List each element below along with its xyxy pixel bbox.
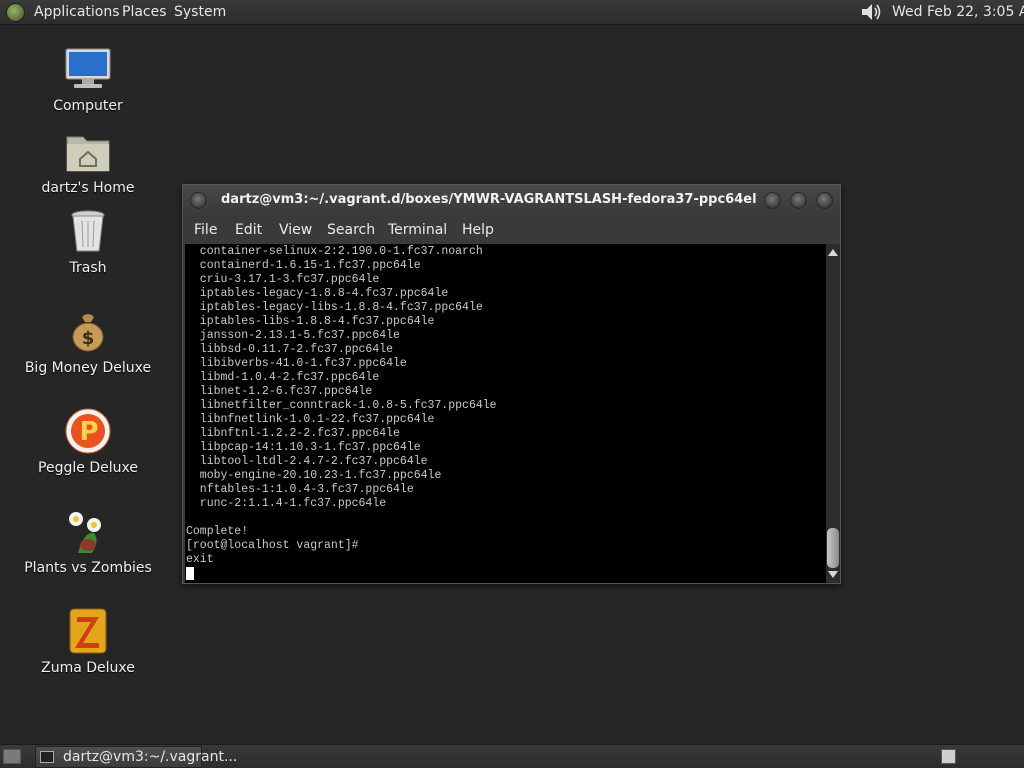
menu-help[interactable]: Help	[462, 222, 494, 238]
desktop-icon-label: Big Money Deluxe	[24, 360, 152, 376]
terminal-icon	[40, 751, 54, 763]
trash-icon	[71, 210, 105, 252]
speaker-icon[interactable]	[860, 2, 884, 22]
svg-text:P: P	[79, 417, 98, 447]
terminal-line: runc-2:1.1.4-1.fc37.ppc64le	[186, 497, 387, 510]
terminal-line: iptables-legacy-1.8.8-4.fc37.ppc64le	[186, 287, 449, 300]
terminal-line: criu-3.17.1-3.fc37.ppc64le	[186, 273, 380, 286]
desktop-icon-label: Peggle Deluxe	[38, 460, 138, 476]
zuma-icon	[69, 608, 107, 654]
minimize-button[interactable]	[764, 192, 781, 209]
terminal-line: jansson-2.13.1-5.fc37.ppc64le	[186, 329, 400, 342]
terminal-cursor	[186, 567, 194, 580]
terminal-line: iptables-libs-1.8.8-4.fc37.ppc64le	[186, 315, 435, 328]
system-menu[interactable]: System	[174, 4, 226, 20]
terminal-scrollbar[interactable]	[826, 244, 840, 583]
terminal-line: libnetfilter_conntrack-1.0.8-5.fc37.ppc6…	[186, 399, 497, 412]
distro-logo-icon[interactable]	[6, 3, 25, 22]
taskbar-item-label: dartz@vm3:~/.vagrant...	[63, 749, 238, 765]
window-menu-button[interactable]	[190, 192, 207, 209]
terminal-line: Complete!	[186, 525, 249, 538]
plants-icon	[69, 512, 101, 553]
places-menu[interactable]: Places	[122, 4, 167, 20]
terminal-line: libnet-1.2-6.fc37.ppc64le	[186, 385, 373, 398]
terminal-line: moby-engine-20.10.23-1.fc37.ppc64le	[186, 469, 442, 482]
desktop-icon-peggle[interactable]: P Peggle Deluxe	[18, 407, 158, 476]
terminal-line: libnfnetlink-1.0.1-22.fc37.ppc64le	[186, 413, 435, 426]
show-desktop-icon[interactable]	[3, 749, 21, 764]
bottom-panel: dartz@vm3:~/.vagrant...	[0, 744, 1024, 768]
desktop-icon-zuma[interactable]: Zuma Deluxe	[18, 607, 158, 676]
terminal-line: exit	[186, 553, 214, 566]
applications-menu[interactable]: Applications	[34, 4, 120, 20]
desktop-icon-trash[interactable]: Trash	[18, 207, 158, 276]
desktop-icon-plants-vs-zombies[interactable]: Plants vs Zombies	[18, 507, 158, 576]
terminal-line: iptables-legacy-libs-1.8.8-4.fc37.ppc64l…	[186, 301, 483, 314]
terminal-window[interactable]: dartz@vm3:~/.vagrant.d/boxes/YMWR-VAGRAN…	[182, 184, 841, 584]
scroll-up-icon[interactable]	[828, 249, 838, 256]
terminal-line: containerd-1.6.15-1.fc37.ppc64le	[186, 259, 421, 272]
desktop-icon-home[interactable]: dartz's Home	[18, 127, 158, 196]
desktop-icon-computer[interactable]: Computer	[18, 45, 158, 114]
desktop-icon-label: Trash	[69, 260, 107, 276]
menu-edit[interactable]: Edit	[235, 222, 262, 238]
computer-icon	[65, 48, 111, 88]
terminal-line: libibverbs-41.0-1.fc37.ppc64le	[186, 357, 407, 370]
clock[interactable]: Wed Feb 22, 3:05 AM	[892, 4, 1024, 20]
terminal-line: libnftnl-1.2.2-2.fc37.ppc64le	[186, 427, 400, 440]
terminal-menubar: File Edit View Search Terminal Help	[183, 217, 840, 244]
terminal-line: libbsd-0.11.7-2.fc37.ppc64le	[186, 343, 394, 356]
window-title: dartz@vm3:~/.vagrant.d/boxes/YMWR-VAGRAN…	[221, 192, 756, 207]
svg-text:$: $	[82, 328, 95, 349]
terminal-line: libpcap-14:1.10.3-1.fc37.ppc64le	[186, 441, 421, 454]
peggle-icon: P	[65, 408, 111, 454]
terminal-line: container-selinux-2:2.190.0-1.fc37.noarc…	[186, 245, 483, 258]
terminal-line: libmd-1.0.4-2.fc37.ppc64le	[186, 371, 380, 384]
desktop-icon-label: Computer	[53, 98, 123, 114]
desktop-icon-label: dartz's Home	[41, 180, 135, 196]
terminal-line: [root@localhost vagrant]#	[186, 539, 359, 552]
terminal-line: libtool-ltdl-2.4.7-2.fc37.ppc64le	[186, 455, 428, 468]
desktop-icon-label: Zuma Deluxe	[41, 660, 135, 676]
terminal-output[interactable]: container-selinux-2:2.190.0-1.fc37.noarc…	[185, 244, 826, 583]
taskbar-item-terminal[interactable]: dartz@vm3:~/.vagrant...	[35, 746, 237, 768]
menu-terminal[interactable]: Terminal	[388, 222, 447, 238]
scrollbar-thumb[interactable]	[827, 528, 839, 568]
top-panel: Applications Places System Wed Feb 22, 3…	[0, 0, 1024, 25]
window-titlebar[interactable]: dartz@vm3:~/.vagrant.d/boxes/YMWR-VAGRAN…	[183, 185, 840, 217]
menu-file[interactable]: File	[194, 222, 217, 238]
maximize-button[interactable]	[790, 192, 807, 209]
money-bag-icon: $	[72, 314, 104, 352]
terminal-line: nftables-1:1.0.4-3.fc37.ppc64le	[186, 483, 414, 496]
terminal-text: container-selinux-2:2.190.0-1.fc37.noarc…	[185, 244, 826, 567]
workspace-switcher[interactable]	[941, 749, 956, 764]
close-button[interactable]	[816, 192, 833, 209]
home-folder-icon	[66, 136, 110, 172]
desktop-icon-big-money[interactable]: $ Big Money Deluxe	[18, 307, 158, 376]
menu-search[interactable]: Search	[327, 222, 375, 238]
desktop-icon-label: Plants vs Zombies	[24, 560, 152, 576]
menu-view[interactable]: View	[279, 222, 312, 238]
scroll-down-icon[interactable]	[828, 571, 838, 578]
